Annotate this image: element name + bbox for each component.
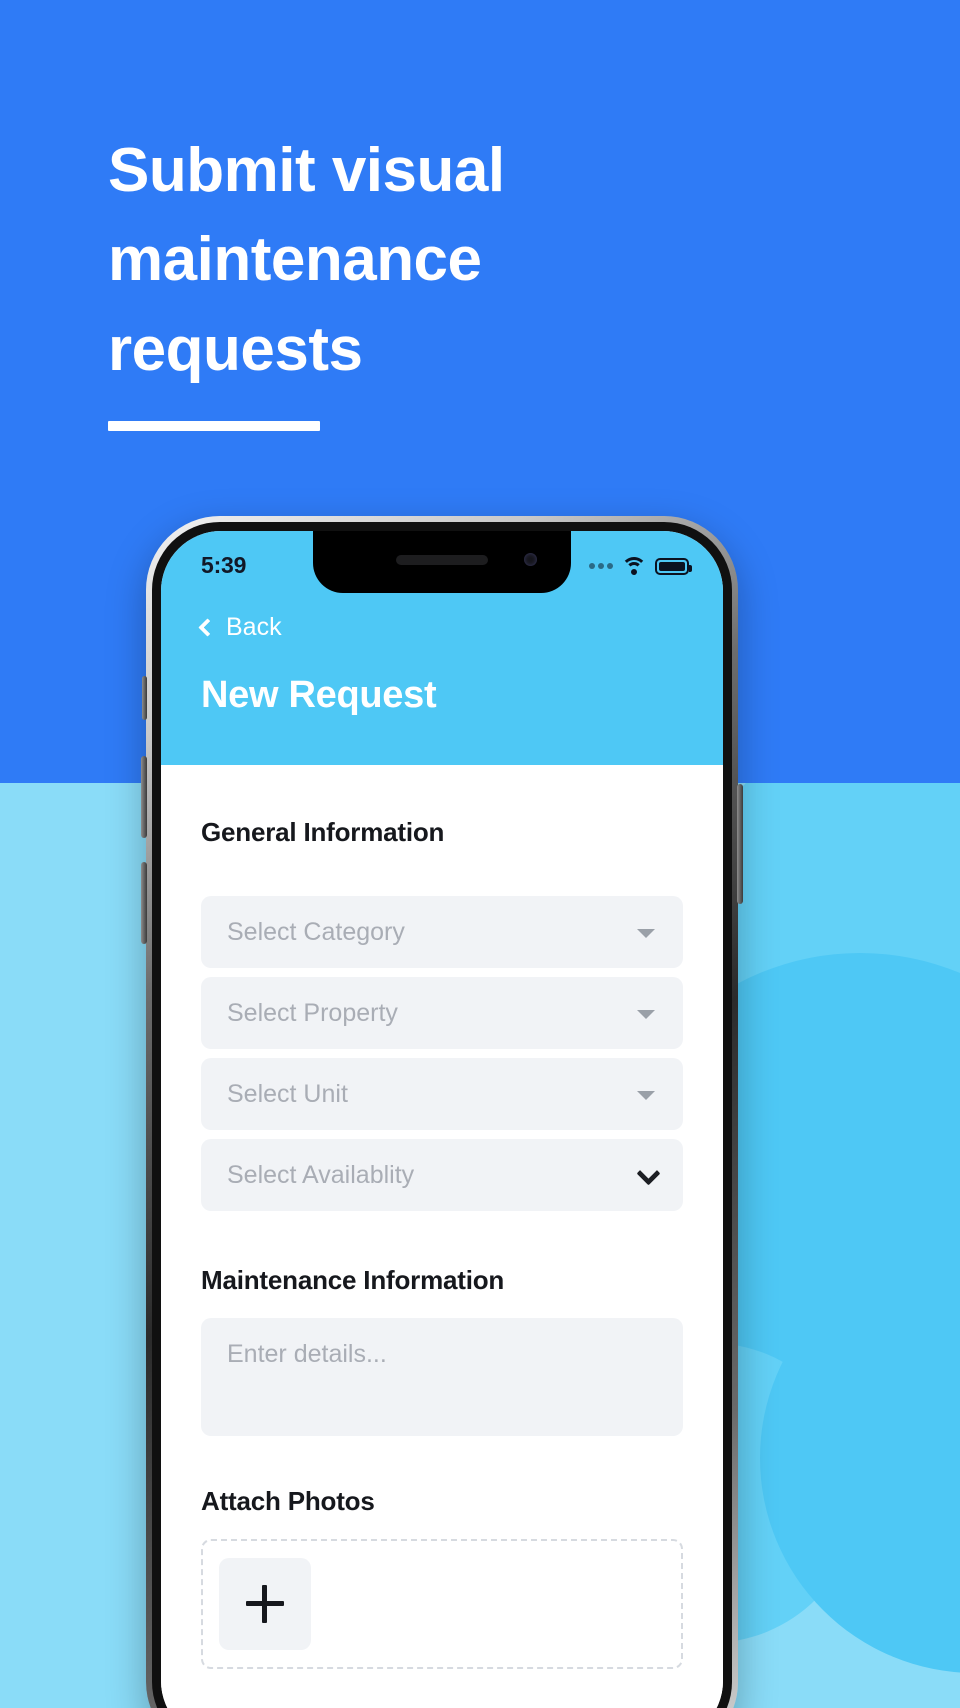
select-property-dropdown[interactable]: Select Property bbox=[201, 977, 683, 1049]
headline-underline-rule bbox=[108, 421, 320, 431]
form-body: General Information Select Category Sele… bbox=[161, 765, 723, 1708]
status-indicators bbox=[589, 556, 692, 576]
general-fields-list: Select Category Select Property Select U… bbox=[201, 896, 683, 1211]
back-button-label: Back bbox=[226, 613, 282, 641]
phone-bezel: 5:39 Back New Request General Informatio… bbox=[152, 522, 732, 1708]
section-title-maintenance: Maintenance Information bbox=[201, 1265, 505, 1295]
back-button[interactable]: Back bbox=[198, 613, 282, 642]
caret-down-icon bbox=[637, 1091, 655, 1100]
power-button[interactable] bbox=[737, 784, 743, 904]
status-bar: 5:39 bbox=[161, 531, 723, 593]
caret-down-icon bbox=[637, 929, 655, 938]
battery-icon bbox=[655, 557, 692, 575]
section-title-general: General Information bbox=[201, 817, 445, 847]
select-unit-dropdown[interactable]: Select Unit bbox=[201, 1058, 683, 1130]
section-maintenance-information: Maintenance Information Enter details... bbox=[201, 1211, 683, 1436]
select-availability-dropdown[interactable]: Select Availablity bbox=[201, 1139, 683, 1211]
select-unit-label: Select Unit bbox=[227, 1079, 348, 1108]
phone-screen: 5:39 Back New Request General Informatio… bbox=[161, 531, 723, 1708]
wifi-icon bbox=[621, 556, 647, 576]
caret-down-icon bbox=[637, 1010, 655, 1019]
section-general-information: General Information Select Category Sele… bbox=[201, 765, 683, 1211]
chevron-left-icon bbox=[198, 617, 217, 637]
details-textarea[interactable]: Enter details... bbox=[201, 1318, 683, 1436]
plus-icon bbox=[246, 1585, 284, 1623]
phone-mockup: 5:39 Back New Request General Informatio… bbox=[141, 516, 743, 1708]
details-placeholder: Enter details... bbox=[227, 1340, 387, 1368]
silent-switch[interactable] bbox=[142, 676, 147, 720]
app-header: 5:39 Back New Request bbox=[161, 531, 723, 765]
volume-up-button[interactable] bbox=[141, 756, 147, 838]
signal-dots-icon bbox=[589, 563, 613, 569]
section-title-attach-photos: Attach Photos bbox=[201, 1486, 375, 1516]
select-property-label: Select Property bbox=[227, 998, 398, 1027]
promo-screenshot: Submit visual maintenance requests 5:39 bbox=[0, 0, 960, 1708]
hero-headline: Submit visual maintenance requests bbox=[108, 136, 505, 384]
section-attach-photos: Attach Photos bbox=[201, 1436, 683, 1669]
volume-down-button[interactable] bbox=[141, 862, 147, 944]
select-availability-label: Select Availablity bbox=[227, 1160, 415, 1189]
select-category-dropdown[interactable]: Select Category bbox=[201, 896, 683, 968]
chevron-down-icon bbox=[636, 1161, 661, 1186]
add-photo-button[interactable] bbox=[219, 1558, 311, 1650]
status-time: 5:39 bbox=[201, 551, 247, 578]
photo-dropzone[interactable] bbox=[201, 1539, 683, 1669]
select-category-label: Select Category bbox=[227, 917, 405, 946]
page-title: New Request bbox=[201, 674, 437, 716]
